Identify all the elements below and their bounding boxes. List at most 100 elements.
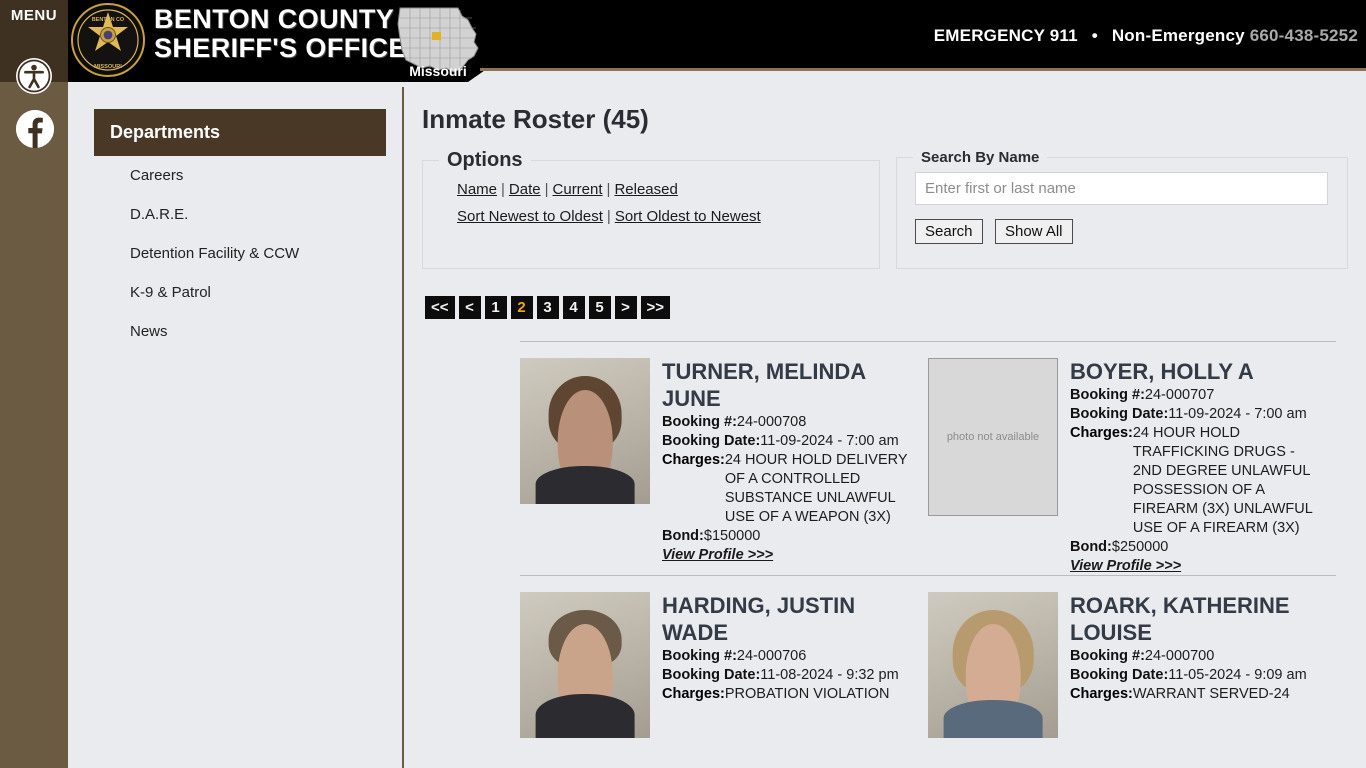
emergency-label: EMERGENCY 911 — [933, 26, 1078, 45]
search-legend: Search By Name — [921, 149, 1040, 166]
separator-dot: • — [1091, 26, 1098, 45]
mugshot-image — [928, 592, 1058, 738]
label-bond: Bond: — [1070, 539, 1112, 555]
inmate-card: TURNER, MELINDA JUNE Booking #:24-000708… — [520, 358, 928, 575]
site-title-line-2: SHERIFF'S OFFICE — [154, 33, 407, 63]
option-link-name[interactable]: Name — [457, 181, 497, 198]
roster-divider — [520, 341, 1336, 342]
pagination-page-3[interactable]: 3 — [536, 296, 559, 319]
options-separator: | — [544, 181, 549, 198]
sidebar-item-news[interactable]: News — [94, 312, 386, 351]
left-rail: MENU — [0, 0, 68, 768]
value-booking-number: 24-000708 — [736, 414, 807, 430]
accessibility-button[interactable] — [16, 58, 52, 94]
roster-row: TURNER, MELINDA JUNE Booking #:24-000708… — [520, 358, 1366, 575]
label-booking-date: Booking Date: — [1070, 406, 1169, 422]
inmate-charges-row: Charges: WARRANT SERVED-24 — [1070, 685, 1326, 704]
inmate-photo[interactable] — [520, 358, 650, 504]
value-booking-date: 11-09-2024 - 7:00 am — [760, 433, 899, 449]
sidebar-nav: Departments Careers D.A.R.E. Detention F… — [94, 109, 386, 351]
inmate-details: HARDING, JUSTIN WADE Booking #:24-000706… — [662, 592, 918, 738]
inmate-photo[interactable] — [928, 592, 1058, 738]
sidebar-item-k9-patrol[interactable]: K-9 & Patrol — [94, 273, 386, 312]
options-separator: | — [606, 208, 611, 225]
inmate-booking-number-row: Booking #:24-000700 — [1070, 647, 1326, 666]
value-booking-date: 11-08-2024 - 9:32 pm — [760, 667, 899, 683]
label-charges: Charges: — [662, 686, 725, 702]
label-charges: Charges: — [1070, 425, 1133, 441]
label-booking-date: Booking Date: — [1070, 667, 1169, 683]
hamburger-menu-button[interactable]: MENU — [0, 6, 68, 54]
site-title: BENTON COUNTY SHERIFF'S OFFICE — [154, 5, 407, 63]
facebook-icon — [16, 110, 54, 148]
value-charges: 24 HOUR HOLD DELIVERY OF A CONTROLLED SU… — [724, 452, 908, 525]
facebook-link[interactable] — [16, 110, 54, 148]
option-link-sort-newest-to-oldest[interactable]: Sort Newest to Oldest — [457, 208, 603, 225]
inmate-booking-number-row: Booking #:24-000708 — [662, 413, 918, 432]
no-photo-label: photo not available — [946, 431, 1040, 443]
label-booking-number: Booking #: — [1070, 648, 1145, 664]
svg-text:BENTON CO: BENTON CO — [92, 17, 124, 23]
inmate-booking-number-row: Booking #:24-000707 — [1070, 386, 1326, 405]
label-charges: Charges: — [1070, 686, 1133, 702]
sidebar-item-detention-facility-ccw[interactable]: Detention Facility & CCW — [94, 234, 386, 273]
inmate-booking-date-row: Booking Date:11-05-2024 - 9:09 am — [1070, 666, 1326, 685]
view-profile-link[interactable]: View Profile >>> — [662, 547, 773, 563]
view-profile-link[interactable]: View Profile >>> — [1070, 558, 1181, 574]
value-bond: $150000 — [703, 528, 761, 544]
inmate-name: ROARK, KATHERINE LOUISE — [1070, 593, 1290, 645]
svg-text:MISSOURI: MISSOURI — [94, 64, 122, 70]
inmate-charges-row: Charges: 24 HOUR HOLD TRAFFICKING DRUGS -… — [1070, 424, 1326, 538]
search-button[interactable]: Search — [915, 219, 983, 244]
pagination-page-4[interactable]: 4 — [562, 296, 585, 319]
value-booking-number: 24-000707 — [1144, 387, 1215, 403]
pagination-page-1[interactable]: 1 — [484, 296, 507, 319]
sheriff-badge-icon[interactable]: BENTON CO MISSOURI — [70, 2, 146, 78]
inmate-booking-date-row: Booking Date:11-09-2024 - 7:00 am — [662, 432, 918, 451]
inmate-photo[interactable] — [520, 592, 650, 738]
value-booking-number: 24-000700 — [1144, 648, 1215, 664]
sidebar-item-dare[interactable]: D.A.R.E. — [94, 195, 386, 234]
pagination-page-2[interactable]: 2 — [510, 296, 533, 319]
inmate-card: ROARK, KATHERINE LOUISE Booking #:24-000… — [928, 592, 1336, 738]
options-row-filters: Name | Date | Current | Released — [439, 176, 863, 203]
menu-label: MENU — [10, 7, 58, 24]
value-booking-number: 24-000706 — [736, 648, 807, 664]
sidebar-header-departments[interactable]: Departments — [94, 109, 386, 156]
pagination-last[interactable]: >> — [640, 296, 671, 319]
header-rule — [480, 68, 1366, 71]
inmate-booking-date-row: Booking Date:11-09-2024 - 7:00 am — [1070, 405, 1326, 424]
show-all-button[interactable]: Show All — [994, 219, 1073, 244]
site-title-line-1: BENTON COUNTY — [154, 4, 395, 34]
option-link-date[interactable]: Date — [509, 181, 541, 198]
options-separator: | — [501, 181, 505, 198]
option-link-current[interactable]: Current — [553, 181, 603, 198]
inmate-photo-placeholder: photo not available — [928, 358, 1058, 516]
search-button-row: Search Show All — [913, 219, 1331, 244]
label-booking-date: Booking Date: — [662, 667, 761, 683]
options-separator: | — [606, 181, 611, 198]
filter-panels: Options Name | Date | Current | Released Sort … — [422, 149, 1366, 269]
non-emergency-label: Non-Emergency — [1111, 26, 1245, 45]
pagination-prev[interactable]: < — [458, 296, 481, 319]
emergency-contact-bar: EMERGENCY 911 • Non-Emergency 660-438-52… — [934, 26, 1358, 46]
value-charges: 24 HOUR HOLD TRAFFICKING DRUGS - 2ND DEG… — [1132, 425, 1313, 536]
page-title: Inmate Roster (45) — [422, 104, 649, 134]
roster-divider — [520, 575, 1336, 576]
pagination-next[interactable]: > — [614, 296, 637, 319]
inmate-card: photo not available BOYER, HOLLY A Booki… — [928, 358, 1336, 575]
pagination-first[interactable]: << — [425, 296, 455, 319]
value-bond: $250000 — [1111, 539, 1169, 555]
inmate-name: TURNER, MELINDA JUNE — [662, 359, 866, 411]
inmate-charges-row: Charges: PROBATION VIOLATION — [662, 685, 918, 704]
inmate-booking-date-row: Booking Date:11-08-2024 - 9:32 pm — [662, 666, 918, 685]
option-link-released[interactable]: Released — [614, 181, 677, 198]
search-input[interactable] — [915, 172, 1328, 205]
option-link-sort-oldest-to-newest[interactable]: Sort Oldest to Newest — [615, 208, 761, 225]
pagination-page-5[interactable]: 5 — [588, 296, 611, 319]
non-emergency-number[interactable]: 660-438-5252 — [1250, 26, 1358, 45]
accessibility-icon — [17, 59, 51, 93]
pagination: << < 1 2 3 4 5 > >> — [422, 296, 1366, 319]
column-divider — [402, 87, 404, 768]
sidebar-item-careers[interactable]: Careers — [94, 156, 386, 195]
